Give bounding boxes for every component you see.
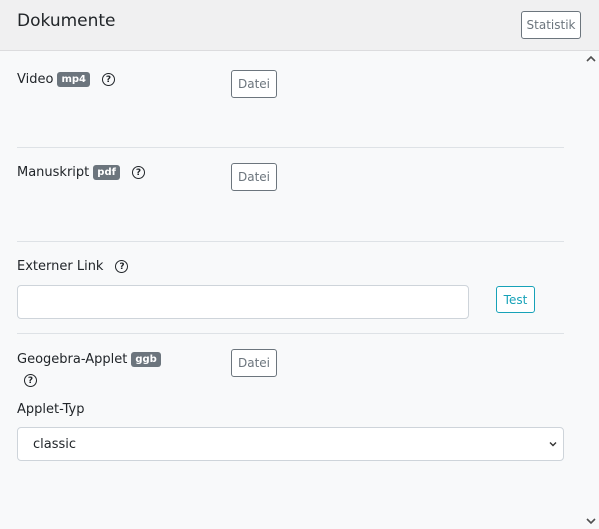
pdf-badge: pdf	[93, 165, 120, 180]
divider	[17, 147, 564, 148]
scroll-down-icon[interactable]	[586, 516, 596, 526]
applet-type-value: classic	[33, 436, 77, 452]
panel-title: Dokumente	[17, 11, 116, 31]
mp4-badge: mp4	[57, 72, 90, 87]
ggb-badge: ggb	[131, 352, 161, 367]
manuskript-file-button[interactable]: Datei	[231, 163, 277, 191]
geogebra-file-button[interactable]: Datei	[231, 349, 277, 377]
video-file-button[interactable]: Datei	[231, 70, 277, 98]
link-help-icon[interactable]: ?	[115, 260, 129, 273]
statistics-button[interactable]: Statistik	[521, 11, 581, 39]
geogebra-help-icon[interactable]: ?	[24, 374, 37, 387]
video-label-row: Video mp4 ?	[17, 72, 115, 87]
video-label: Video	[17, 72, 54, 87]
divider	[17, 333, 564, 334]
divider	[17, 241, 564, 242]
applet-type-select[interactable]: classic	[17, 427, 564, 461]
manuskript-label: Manuskript	[17, 165, 90, 180]
test-link-button[interactable]: Test	[496, 286, 535, 313]
link-label: Externer Link	[17, 259, 104, 274]
chevron-down-icon	[549, 442, 557, 447]
applet-type-label: Applet-Typ	[17, 402, 85, 417]
video-help-icon[interactable]: ?	[101, 73, 115, 86]
scroll-up-icon[interactable]	[586, 54, 596, 64]
manuskript-help-icon[interactable]: ?	[131, 166, 145, 179]
scrollbar[interactable]	[583, 51, 599, 529]
link-label-row: Externer Link ?	[17, 259, 129, 274]
geogebra-label-row: Geogebra-Applet ggb	[17, 352, 161, 367]
external-link-input[interactable]	[17, 285, 469, 319]
manuskript-label-row: Manuskript pdf ?	[17, 165, 145, 180]
geogebra-label: Geogebra-Applet	[17, 352, 128, 367]
panel-header: Dokumente Statistik	[0, 0, 599, 51]
